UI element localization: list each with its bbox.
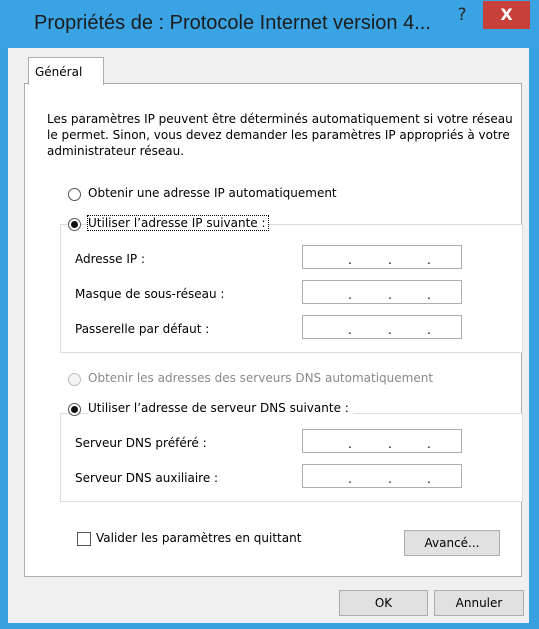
ip-address-label: Adresse IP : xyxy=(75,252,146,266)
ip-octet-separator: . xyxy=(388,437,392,451)
dns-auto-label[interactable]: Obtenir les adresses des serveurs DNS au… xyxy=(88,371,433,385)
ip-octet-separator: . xyxy=(348,323,352,337)
gateway-label: Passerelle par défaut : xyxy=(75,322,210,336)
close-icon[interactable]: X xyxy=(483,1,530,29)
ip-octet-separator: . xyxy=(388,253,392,267)
ip-manual-label[interactable]: Utiliser l’adresse IP suivante : xyxy=(87,215,269,231)
preferred-dns-label: Serveur DNS préféré : xyxy=(75,436,207,450)
ok-button[interactable]: OK xyxy=(339,590,428,616)
ip-octet-separator: . xyxy=(427,437,431,451)
radio-selected-dot xyxy=(71,406,78,413)
ip-octet-separator: . xyxy=(427,288,431,302)
ip-octet-separator: . xyxy=(348,253,352,267)
ip-octet-separator: . xyxy=(388,288,392,302)
preferred-dns-input[interactable]: ... xyxy=(302,429,462,453)
ip-octet-separator: . xyxy=(348,472,352,486)
validate-checkbox[interactable] xyxy=(77,532,91,546)
gateway-input[interactable]: ... xyxy=(302,315,462,339)
alternate-dns-label: Serveur DNS auxiliaire : xyxy=(75,471,219,485)
ip-octet-separator: . xyxy=(388,323,392,337)
subnet-mask-label: Masque de sous-réseau : xyxy=(75,287,225,301)
window-title: Propriétés de : Protocole Internet versi… xyxy=(34,12,431,34)
ip-octet-separator: . xyxy=(388,472,392,486)
ip-octet-separator: . xyxy=(348,288,352,302)
validate-label[interactable]: Valider les paramètres en quittant xyxy=(96,531,301,545)
dns-manual-radio[interactable] xyxy=(68,403,81,416)
ip-address-input[interactable]: ... xyxy=(302,245,462,269)
ip-auto-radio[interactable] xyxy=(68,188,81,201)
description-text: Les paramètres IP peuvent être déterminé… xyxy=(47,112,513,158)
help-icon[interactable]: ? xyxy=(443,1,481,29)
ip-auto-label[interactable]: Obtenir une adresse IP automatiquement xyxy=(88,186,337,200)
ip-octet-separator: . xyxy=(427,253,431,267)
advanced-button[interactable]: Avancé... xyxy=(404,530,500,556)
title-bar[interactable]: Propriétés de : Protocole Internet versi… xyxy=(0,0,539,48)
ip-octet-separator: . xyxy=(348,437,352,451)
dns-manual-label[interactable]: Utiliser l’adresse de serveur DNS suivan… xyxy=(88,401,353,415)
ip-octet-separator: . xyxy=(427,472,431,486)
subnet-mask-input[interactable]: ... xyxy=(302,280,462,304)
ip-manual-radio[interactable] xyxy=(68,218,81,231)
cancel-button[interactable]: Annuler xyxy=(434,590,524,616)
dns-auto-radio[interactable] xyxy=(68,373,81,386)
radio-selected-dot xyxy=(71,221,78,228)
alternate-dns-input[interactable]: ... xyxy=(302,464,462,488)
ip-octet-separator: . xyxy=(427,323,431,337)
dns-settings-group xyxy=(60,413,523,502)
tab-general[interactable]: Général xyxy=(28,57,104,85)
tab-general-label: Général xyxy=(35,65,83,79)
